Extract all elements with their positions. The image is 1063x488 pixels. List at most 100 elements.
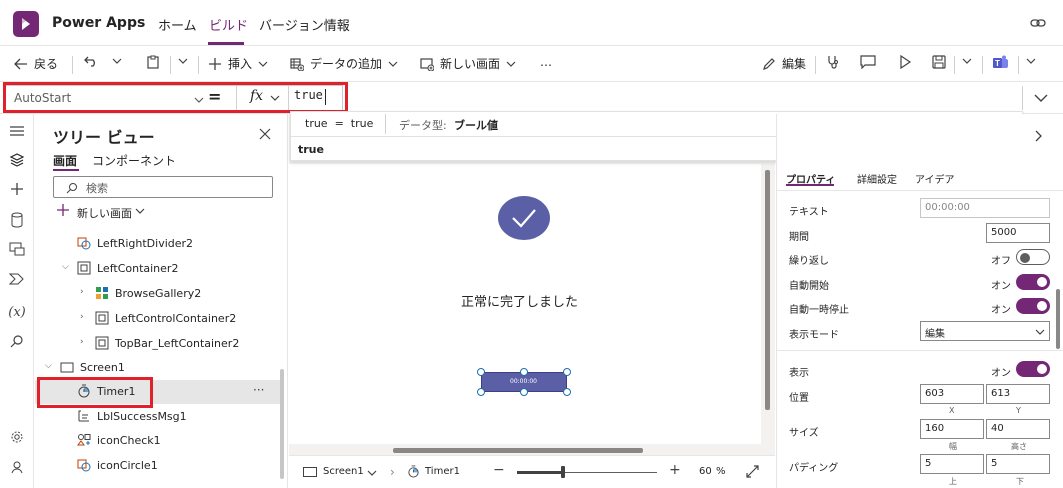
chevron-down-icon <box>1035 329 1045 335</box>
position-x-field[interactable]: 603 <box>920 384 984 404</box>
edit-button[interactable]: 編集 <box>762 55 806 72</box>
fit-to-window-icon[interactable] <box>746 465 759 478</box>
app-screen[interactable]: 正常に完了しました 00:00:00 <box>289 164 761 444</box>
media-icon[interactable] <box>8 242 26 260</box>
more-options-icon[interactable]: ··· <box>253 383 264 397</box>
preview-button[interactable] <box>898 55 912 69</box>
chevron-right-icon[interactable]: › <box>80 287 84 297</box>
height-value: 40 <box>991 423 1004 434</box>
width-field[interactable]: 160 <box>920 419 984 439</box>
tree-item[interactable]: › BrowseGallery2 <box>35 282 288 306</box>
virtual-agent-icon[interactable] <box>8 460 26 478</box>
tree-item[interactable]: › LeftControlContainer2 <box>35 307 288 331</box>
tab-ideas[interactable]: アイデア <box>915 171 955 186</box>
chevron-right-icon[interactable]: › <box>80 312 84 322</box>
undo-dropdown-chevron-icon[interactable] <box>112 57 122 65</box>
canvas-vertical-scrollbar[interactable] <box>765 170 770 410</box>
chevron-right-icon[interactable] <box>1035 130 1043 142</box>
undo-button[interactable] <box>84 55 98 67</box>
data-icon[interactable] <box>8 212 26 230</box>
teams-button[interactable]: T <box>992 55 1010 71</box>
position-y-value: 613 <box>991 388 1011 399</box>
tree-item[interactable]: LblSuccessMsg1 <box>35 405 288 429</box>
tab-versions[interactable]: バージョン情報 <box>259 15 350 34</box>
layers-icon[interactable] <box>8 152 26 170</box>
save-button[interactable] <box>932 55 946 69</box>
autopause-toggle[interactable] <box>1016 298 1050 314</box>
resize-handle[interactable] <box>520 368 528 376</box>
status-screen[interactable]: Screen1 <box>323 466 364 477</box>
resize-handle[interactable] <box>563 388 571 396</box>
zoom-value[interactable]: 60 <box>699 466 712 477</box>
tab-screens[interactable]: 画面 <box>53 152 77 169</box>
zoom-slider-thumb[interactable] <box>561 466 565 478</box>
insert-button[interactable]: 挿入 <box>208 55 268 72</box>
timer-text: 00:00:00 <box>510 378 537 385</box>
tree-item[interactable]: ⌵ LeftContainer2 <box>35 257 288 281</box>
variables-icon[interactable]: (x) <box>8 304 26 322</box>
tab-home[interactable]: ホーム <box>158 15 197 34</box>
padding-top-field[interactable]: 5 <box>920 454 984 474</box>
status-bar: Screen1 › Timer1 − + 60 % <box>289 455 775 488</box>
chevron-right-icon[interactable]: › <box>80 337 84 347</box>
toggle-knob <box>1020 253 1030 263</box>
tree-item-label: Screen1 <box>80 361 125 374</box>
more-commands-button[interactable]: … <box>540 55 552 69</box>
tree-item[interactable]: LeftRightDivider2 <box>35 232 288 256</box>
container-icon <box>95 311 109 325</box>
teams-dropdown-chevron-icon[interactable] <box>1026 57 1036 65</box>
tree-item[interactable]: › TopBar_LeftContainer2 <box>35 332 288 356</box>
position-x-value: 603 <box>925 388 945 399</box>
save-dropdown-chevron-icon[interactable] <box>962 57 972 65</box>
paste-dropdown-chevron-icon[interactable] <box>178 57 188 65</box>
properties-scrollbar[interactable] <box>1056 289 1060 349</box>
menu-icon[interactable] <box>8 124 26 142</box>
resize-handle[interactable] <box>563 368 571 376</box>
link-icon[interactable] <box>1030 15 1046 34</box>
success-message[interactable]: 正常に完了しました <box>461 291 578 310</box>
suggestion-item[interactable]: true <box>298 143 324 156</box>
settings-gear-icon[interactable] <box>8 430 26 448</box>
position-y-field[interactable]: 613 <box>986 384 1050 404</box>
resize-handle[interactable] <box>520 388 528 396</box>
power-automate-icon[interactable] <box>8 272 26 290</box>
text-field[interactable]: 00:00:00 <box>920 198 1050 218</box>
zoom-in-icon[interactable]: + <box>669 462 681 478</box>
search-icon <box>66 183 77 194</box>
chevron-down-icon[interactable]: ⌵ <box>45 361 52 371</box>
search-icon[interactable] <box>8 334 26 352</box>
app-checker-button[interactable] <box>826 55 840 69</box>
top-bar: Power Apps ホーム ビルド バージョン情報 <box>0 0 1063 46</box>
padding-bottom-field[interactable]: 5 <box>986 454 1050 474</box>
height-field[interactable]: 40 <box>986 419 1050 439</box>
close-icon[interactable] <box>259 128 271 140</box>
chevron-down-icon[interactable] <box>367 469 377 477</box>
back-button[interactable]: 戻る <box>14 55 58 72</box>
paste-button[interactable] <box>146 55 160 69</box>
tab-advanced[interactable]: 詳細設定 <box>857 171 897 186</box>
zoom-out-icon[interactable]: − <box>493 462 505 478</box>
comments-button[interactable] <box>860 55 876 69</box>
add-data-button[interactable]: データの追加 <box>290 55 398 72</box>
tree-item[interactable]: iconCircle1 <box>35 454 288 478</box>
tree-search-input[interactable]: 検索 <box>53 176 273 198</box>
repeat-toggle[interactable] <box>1016 249 1050 265</box>
status-control[interactable]: Timer1 <box>425 466 460 477</box>
autostart-toggle[interactable] <box>1016 274 1050 290</box>
resize-handle[interactable] <box>477 388 485 396</box>
duration-field[interactable]: 5000 <box>986 223 1050 243</box>
plus-icon <box>209 57 221 70</box>
icon-circle[interactable] <box>498 196 550 240</box>
display-mode-dropdown[interactable]: 編集 <box>920 321 1050 341</box>
tab-build[interactable]: ビルド <box>209 15 248 34</box>
chevron-down-icon[interactable]: ⌵ <box>62 262 69 272</box>
tab-components[interactable]: コンポーネント <box>92 152 176 169</box>
new-screen-button[interactable]: 新しい画面 <box>420 55 516 72</box>
canvas-horizontal-scrollbar[interactable] <box>393 448 643 453</box>
insert-plus-icon[interactable] <box>8 182 26 200</box>
visible-toggle[interactable] <box>1016 361 1050 377</box>
expand-formula-chevron-icon[interactable] <box>1034 94 1048 102</box>
resize-handle[interactable] <box>477 368 485 376</box>
tree-item[interactable]: iconCheck1 <box>35 429 288 453</box>
tree-scrollbar[interactable] <box>280 369 284 479</box>
